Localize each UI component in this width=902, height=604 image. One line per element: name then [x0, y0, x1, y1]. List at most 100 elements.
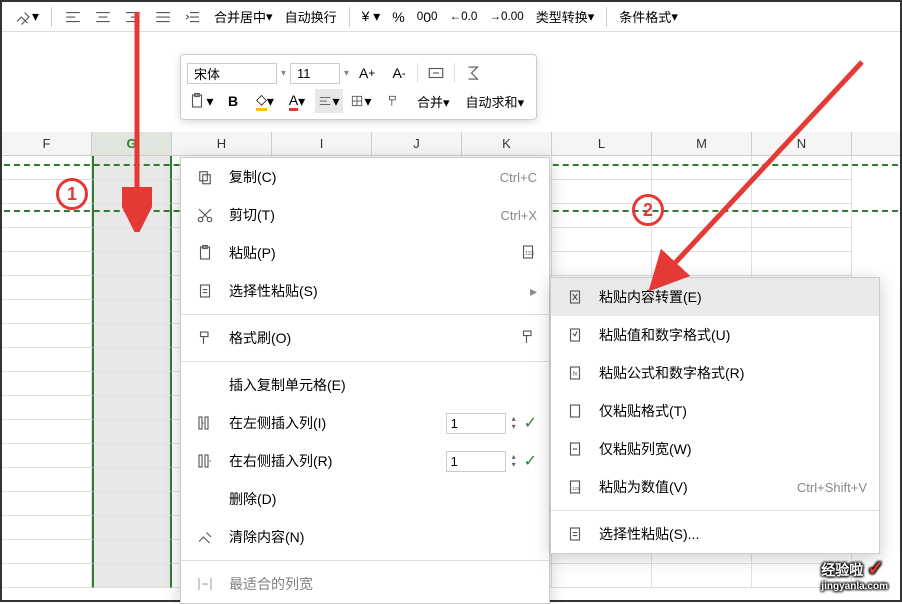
cell[interactable] — [92, 564, 172, 588]
cell[interactable] — [552, 252, 652, 276]
type-convert-button[interactable]: 类型转换 ▾ — [532, 5, 599, 28]
cell[interactable] — [2, 444, 92, 468]
menu-insert-left[interactable]: 在左侧插入列(I) ▴▾ ✓ — [181, 404, 549, 442]
eraser-icon[interactable]: ▾ — [10, 6, 43, 28]
cell[interactable] — [2, 372, 92, 396]
submenu-formula-fmt[interactable]: fx 粘贴公式和数字格式(R) — [551, 354, 879, 392]
fill-color-icon[interactable]: ◇▾ — [251, 89, 279, 113]
wrap-text-button[interactable]: 自动换行 — [281, 5, 341, 28]
align-center-icon[interactable] — [90, 6, 116, 28]
check-icon[interactable]: ✓ — [524, 451, 537, 471]
submenu-fmt-only[interactable]: 仅粘贴格式(T) — [551, 392, 879, 430]
submenu-values-fmt[interactable]: 粘贴值和数字格式(U) — [551, 316, 879, 354]
cell[interactable] — [2, 324, 92, 348]
svg-text:123: 123 — [572, 486, 580, 491]
cell[interactable] — [2, 420, 92, 444]
menu-format-painter[interactable]: 格式刷(O) — [181, 319, 549, 357]
values-icon: 123 — [563, 478, 587, 496]
cell[interactable] — [2, 228, 92, 252]
cell[interactable] — [652, 564, 752, 588]
cell[interactable] — [2, 564, 92, 588]
menu-paste-special[interactable]: 选择性粘贴(S) ▸ — [181, 272, 549, 310]
format-painter-icon — [193, 329, 217, 347]
increase-decimal-icon[interactable]: →0.00 — [485, 8, 527, 25]
decrease-decimal-icon[interactable]: ←0.0 — [446, 8, 482, 25]
merge-label[interactable]: 合并▾ — [411, 92, 456, 111]
format-painter-icon[interactable] — [379, 89, 407, 113]
cell[interactable] — [92, 420, 172, 444]
col-header-H[interactable]: H — [172, 132, 272, 155]
bold-icon[interactable]: B — [219, 89, 247, 113]
cell[interactable] — [552, 156, 652, 180]
menu-paste[interactable]: 粘贴(P) 123 — [181, 234, 549, 272]
font-color-icon[interactable]: A▾ — [283, 89, 311, 113]
col-header-J[interactable]: J — [372, 132, 462, 155]
cell[interactable] — [92, 252, 172, 276]
cell[interactable] — [92, 300, 172, 324]
font-size-input[interactable] — [290, 63, 340, 84]
submenu-col-width[interactable]: 仅粘贴列宽(W) — [551, 430, 879, 468]
cell[interactable] — [92, 492, 172, 516]
menu-insert-copied[interactable]: 插入复制单元格(E) — [181, 366, 549, 404]
cell[interactable] — [2, 276, 92, 300]
currency-icon[interactable]: ¥ ▾ — [358, 6, 385, 27]
cell[interactable] — [2, 468, 92, 492]
insert-left-count[interactable] — [446, 413, 506, 434]
cell[interactable] — [92, 396, 172, 420]
menu-clear[interactable]: 清除内容(N) — [181, 518, 549, 556]
thousands-icon[interactable]: 000 — [413, 7, 442, 27]
align-icon[interactable]: ▾ — [315, 89, 343, 113]
font-name-input[interactable] — [187, 63, 277, 84]
increase-font-icon[interactable]: A+ — [353, 61, 381, 85]
cell[interactable] — [92, 540, 172, 564]
col-header-K[interactable]: K — [462, 132, 552, 155]
menu-insert-right[interactable]: 在右侧插入列(R) ▴▾ ✓ — [181, 442, 549, 480]
insert-left-icon — [193, 414, 217, 432]
merge-cells-icon[interactable] — [422, 61, 450, 85]
context-menu: 复制(C) Ctrl+C 剪切(T) Ctrl+X 粘贴(P) 123 选择性粘… — [180, 157, 550, 604]
cell[interactable] — [2, 516, 92, 540]
insert-right-count[interactable] — [446, 451, 506, 472]
cell[interactable] — [92, 468, 172, 492]
conditional-format-button[interactable]: 条件格式 ▾ — [615, 5, 682, 28]
cell[interactable] — [92, 276, 172, 300]
cell[interactable] — [2, 252, 92, 276]
justify-icon[interactable] — [150, 6, 176, 28]
submenu-paste-special[interactable]: 选择性粘贴(S)... — [551, 515, 879, 553]
cell[interactable] — [2, 492, 92, 516]
cell[interactable] — [2, 300, 92, 324]
cell[interactable] — [552, 228, 652, 252]
menu-cut[interactable]: 剪切(T) Ctrl+X — [181, 196, 549, 234]
spinner[interactable]: ▴▾ — [512, 453, 516, 469]
cell[interactable] — [92, 324, 172, 348]
check-icon[interactable]: ✓ — [524, 413, 537, 433]
autosum-label[interactable]: 自动求和▾ — [460, 92, 531, 111]
cell[interactable] — [2, 348, 92, 372]
transpose-icon — [563, 288, 587, 306]
percent-icon[interactable]: % — [388, 7, 408, 27]
align-left-icon[interactable] — [60, 6, 86, 28]
cell[interactable] — [92, 516, 172, 540]
border-icon[interactable]: ▾ — [347, 89, 375, 113]
indent-icon[interactable] — [180, 6, 206, 28]
menu-delete[interactable]: 删除(D) — [181, 480, 549, 518]
submenu-as-values[interactable]: 123 粘贴为数值(V) Ctrl+Shift+V — [551, 468, 879, 506]
decrease-font-icon[interactable]: A- — [385, 61, 413, 85]
merge-center-button[interactable]: 合并居中 ▾ — [210, 5, 277, 28]
cell[interactable] — [552, 564, 652, 588]
cell[interactable] — [2, 540, 92, 564]
cell[interactable] — [92, 372, 172, 396]
cell[interactable] — [92, 444, 172, 468]
menu-col-width[interactable]: 最适合的列宽 — [181, 565, 549, 603]
paste-special-submenu: 粘贴内容转置(E) 粘贴值和数字格式(U) fx 粘贴公式和数字格式(R) 仅粘… — [550, 277, 880, 554]
sum-icon[interactable] — [459, 61, 487, 85]
clipboard-icon[interactable]: ▾ — [187, 89, 215, 113]
cell[interactable] — [2, 396, 92, 420]
menu-copy[interactable]: 复制(C) Ctrl+C — [181, 158, 549, 196]
cell[interactable] — [92, 348, 172, 372]
col-header-L[interactable]: L — [552, 132, 652, 155]
col-header-F[interactable]: F — [2, 132, 92, 155]
spinner[interactable]: ▴▾ — [512, 415, 516, 431]
col-header-I[interactable]: I — [272, 132, 372, 155]
cell[interactable] — [2, 156, 92, 180]
